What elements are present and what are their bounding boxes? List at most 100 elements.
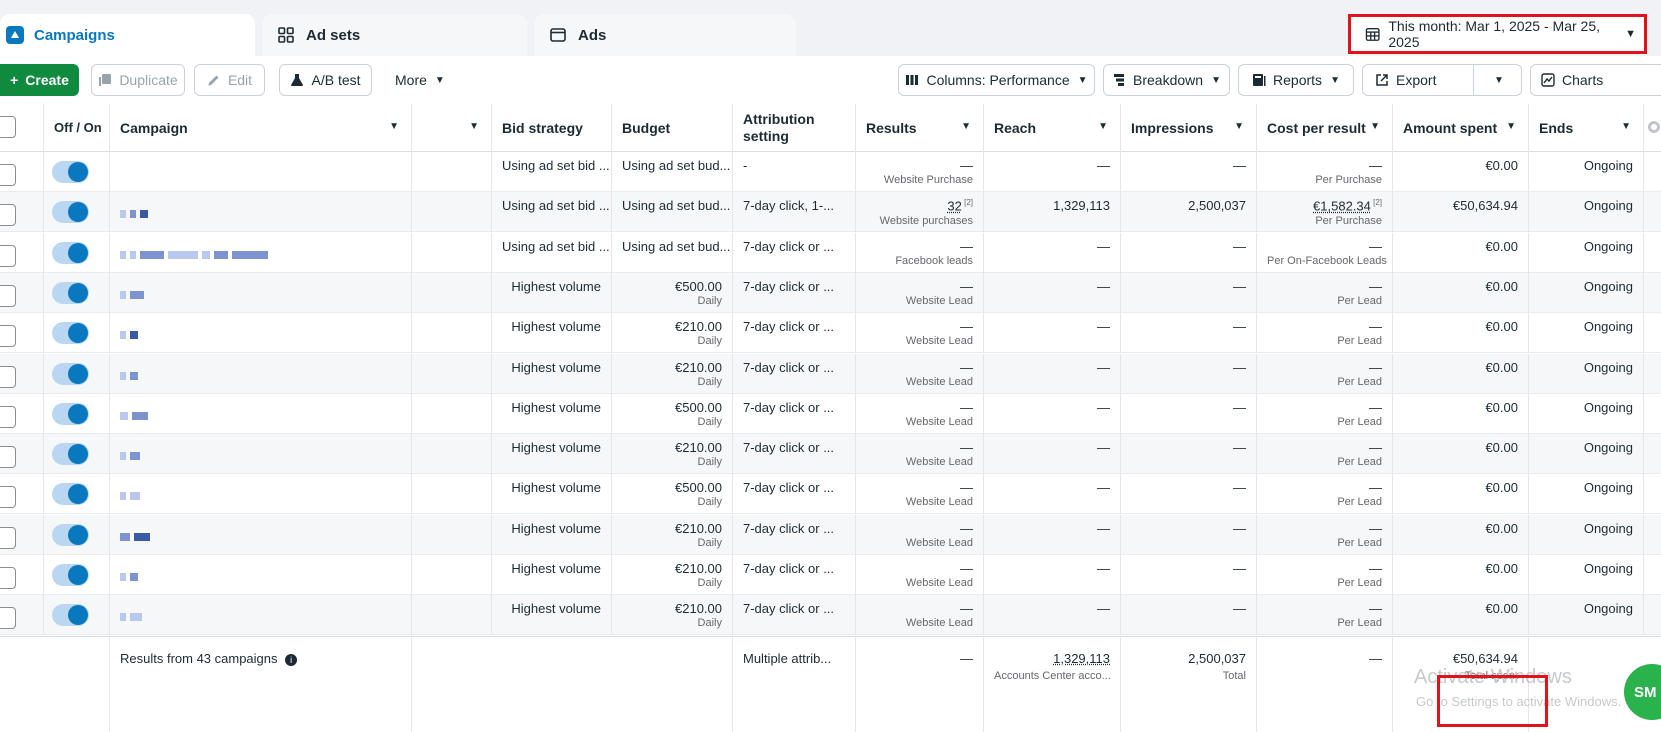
- campaign-name-cell[interactable]: [110, 354, 412, 394]
- campaign-toggle[interactable]: [52, 483, 89, 505]
- columns-icon: [905, 73, 919, 87]
- campaign-toggle[interactable]: [52, 322, 89, 344]
- tab-campaigns[interactable]: Campaigns: [0, 14, 255, 56]
- bid-text: Highest volume: [511, 561, 601, 576]
- header-ends[interactable]: Ends ▼: [1529, 104, 1644, 152]
- row-checkbox[interactable]: [0, 204, 16, 226]
- sort-icon[interactable]: ▼: [1234, 121, 1244, 132]
- row-checkbox[interactable]: [0, 245, 16, 267]
- campaign-toggle[interactable]: [52, 161, 89, 183]
- attribution-cell: -: [733, 152, 856, 192]
- columns-dropdown[interactable]: Columns: Performance ▼: [898, 64, 1095, 96]
- tab-ads[interactable]: Ads: [534, 14, 796, 56]
- header-budget[interactable]: Budget: [612, 104, 733, 152]
- campaign-toggle[interactable]: [52, 403, 89, 425]
- campaign-toggle[interactable]: [52, 443, 89, 465]
- campaign-name-cell[interactable]: [110, 313, 412, 353]
- reach-text: —: [1097, 400, 1110, 415]
- edit-button[interactable]: Edit: [194, 64, 265, 96]
- row-checkbox[interactable]: [0, 406, 16, 428]
- campaign-name-cell[interactable]: [110, 152, 412, 192]
- footer-impressions-value: 2,500,037: [1188, 651, 1246, 666]
- row-checkbox[interactable]: [0, 446, 16, 468]
- sort-icon[interactable]: ▼: [469, 121, 479, 132]
- campaign-toggle[interactable]: [52, 524, 89, 546]
- sort-icon[interactable]: ▼: [389, 121, 399, 132]
- row-checkbox[interactable]: [0, 285, 16, 307]
- info-icon[interactable]: i: [285, 654, 297, 666]
- campaign-toggle[interactable]: [52, 201, 89, 223]
- select-all-checkbox[interactable]: [0, 116, 16, 138]
- table-row[interactable]: Highest volume €210.00 Daily 7-day click or…: [0, 595, 1661, 635]
- create-button[interactable]: + Create: [0, 64, 79, 96]
- header-impressions[interactable]: Impressions ▼: [1121, 104, 1257, 152]
- table-row[interactable]: Highest volume €210.00 Daily 7-day click or…: [0, 515, 1661, 555]
- campaign-name-cell[interactable]: [110, 595, 412, 635]
- campaign-toggle[interactable]: [52, 564, 89, 586]
- header-impressions-label: Impressions: [1131, 120, 1213, 136]
- ab-test-button[interactable]: A/B test: [279, 64, 372, 96]
- row-checkbox[interactable]: [0, 527, 16, 549]
- charts-button[interactable]: Charts: [1530, 64, 1661, 96]
- row-checkbox[interactable]: [0, 607, 16, 629]
- header-results[interactable]: Results ▼: [856, 104, 984, 152]
- export-caret-icon[interactable]: ▼: [1494, 75, 1504, 86]
- table-row[interactable]: Using ad set bid ... Using ad set bud... -…: [0, 152, 1661, 192]
- column-settings-gear-icon[interactable]: [1648, 121, 1660, 133]
- row-checkbox[interactable]: [0, 366, 16, 388]
- campaign-name-cell[interactable]: [110, 273, 412, 313]
- redacted-campaign-name: [120, 529, 154, 537]
- sort-icon[interactable]: ▼: [1370, 121, 1380, 132]
- attribution-value: 7-day click or ...: [743, 440, 845, 455]
- campaign-toggle[interactable]: [52, 604, 89, 626]
- header-cost-per-result[interactable]: Cost per result ▼: [1257, 104, 1393, 152]
- campaign-name-cell[interactable]: [110, 555, 412, 595]
- results-cell: — Website Lead: [856, 474, 984, 514]
- table-row[interactable]: Highest volume €210.00 Daily 7-day click or…: [0, 434, 1661, 474]
- duplicate-button[interactable]: Duplicate: [91, 64, 185, 96]
- tab-ad-sets[interactable]: Ad sets: [262, 14, 527, 56]
- header-campaign[interactable]: Campaign ▼: [110, 104, 412, 152]
- table-row[interactable]: Highest volume €210.00 Daily 7-day click or…: [0, 354, 1661, 394]
- row-checkbox[interactable]: [0, 325, 16, 347]
- campaign-toggle[interactable]: [52, 242, 89, 264]
- row-checkbox[interactable]: [0, 486, 16, 508]
- campaign-toggle[interactable]: [52, 363, 89, 385]
- sort-icon[interactable]: ▼: [1506, 121, 1516, 132]
- table-row[interactable]: Highest volume €210.00 Daily 7-day click or…: [0, 555, 1661, 595]
- campaign-name-cell[interactable]: [110, 394, 412, 434]
- table-row[interactable]: Highest volume €500.00 Daily 7-day click or…: [0, 394, 1661, 434]
- campaign-name-cell[interactable]: [110, 233, 412, 273]
- header-reach[interactable]: Reach ▼: [984, 104, 1121, 152]
- header-amount-spent[interactable]: Amount spent ▼: [1393, 104, 1529, 152]
- header-blank[interactable]: ▼: [412, 104, 492, 152]
- sort-icon[interactable]: ▼: [961, 121, 971, 132]
- campaign-toggle[interactable]: [52, 282, 89, 304]
- cpr-sublabel: Per Lead: [1267, 577, 1382, 589]
- campaign-name-cell[interactable]: [110, 192, 412, 232]
- sort-icon[interactable]: ▼: [1621, 121, 1631, 132]
- campaign-name-cell[interactable]: [110, 515, 412, 555]
- row-checkbox[interactable]: [0, 164, 16, 186]
- sort-icon[interactable]: ▼: [1098, 121, 1108, 132]
- date-range-picker[interactable]: This month: Mar 1, 2025 - Mar 25, 2025 ▼: [1348, 14, 1647, 54]
- table-row[interactable]: Highest volume €500.00 Daily 7-day click or…: [0, 273, 1661, 313]
- reach-text: —: [1097, 561, 1110, 576]
- header-select-all[interactable]: [0, 104, 44, 152]
- reach-text: —: [1097, 360, 1110, 375]
- table-row[interactable]: Using ad set bid ... Using ad set bud... 7…: [0, 233, 1661, 273]
- export-button[interactable]: Export ▼: [1362, 64, 1522, 96]
- more-dropdown[interactable]: More ▼: [395, 64, 445, 96]
- row-checkbox[interactable]: [0, 567, 16, 589]
- reports-dropdown[interactable]: Reports ▼: [1238, 64, 1354, 96]
- results-value: —: [866, 480, 973, 495]
- table-row[interactable]: Using ad set bid ... Using ad set bud... 7…: [0, 192, 1661, 232]
- header-bid-strategy[interactable]: Bid strategy: [492, 104, 612, 152]
- header-attribution[interactable]: Attribution setting: [733, 104, 856, 152]
- table-row[interactable]: Highest volume €210.00 Daily 7-day click or…: [0, 313, 1661, 353]
- results-cell: — Facebook leads: [856, 233, 984, 273]
- campaign-name-cell[interactable]: [110, 474, 412, 514]
- breakdown-dropdown[interactable]: Breakdown ▼: [1103, 64, 1230, 96]
- table-row[interactable]: Highest volume €500.00 Daily 7-day click or…: [0, 474, 1661, 514]
- campaign-name-cell[interactable]: [110, 434, 412, 474]
